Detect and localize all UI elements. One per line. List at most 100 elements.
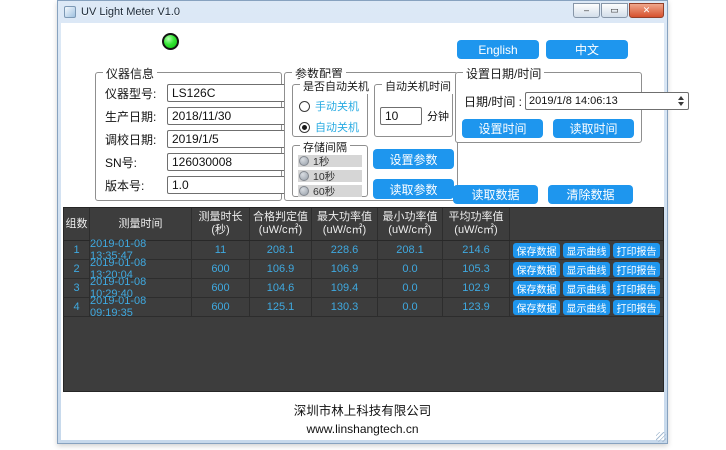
show-curve-button[interactable]: 显示曲线 [563, 281, 610, 296]
sn-label: SN号: [105, 154, 167, 171]
cell-actions: 保存数据 显示曲线 打印报告 [510, 260, 663, 278]
app-window: UV Light Meter V1.0 – ▭ ✕ English 中文 仪器信… [57, 0, 668, 444]
read-data-button[interactable]: 读取数据 [453, 185, 538, 204]
cell-max-power: 106.9 [312, 260, 378, 278]
cell-qualified-value: 208.1 [250, 241, 312, 259]
show-curve-button[interactable]: 显示曲线 [563, 262, 610, 277]
header-max-power: 最大功率值(uW/c㎡) [312, 208, 378, 240]
radio-unselected-icon[interactable] [299, 101, 310, 112]
header-min-power: 最小功率值(uW/c㎡) [378, 208, 443, 240]
header-measure-time: 测量时间 [90, 208, 192, 240]
save-data-button[interactable]: 保存数据 [513, 281, 560, 296]
save-data-button[interactable]: 保存数据 [513, 243, 560, 258]
maximize-button[interactable]: ▭ [601, 3, 628, 18]
chinese-button[interactable]: 中文 [546, 40, 628, 59]
spinner-down-icon[interactable] [678, 102, 684, 106]
cell-max-power: 109.4 [312, 279, 378, 297]
header-qualified-value: 合格判定值(uW/c㎡) [250, 208, 312, 240]
window-titlebar[interactable]: UV Light Meter V1.0 – ▭ ✕ [58, 1, 667, 22]
clear-data-button[interactable]: 清除数据 [548, 185, 633, 204]
app-icon [64, 6, 76, 18]
auto-off-time-input[interactable] [381, 109, 421, 123]
english-button[interactable]: English [457, 40, 539, 59]
datetime-input[interactable] [526, 95, 674, 107]
field-row: 调校日期: [105, 130, 272, 148]
cell-qualified-value: 104.6 [250, 279, 312, 297]
resize-grip[interactable] [656, 432, 666, 442]
cell-min-power: 208.1 [378, 241, 443, 259]
print-report-button[interactable]: 打印报告 [613, 262, 660, 277]
radio-interval-60s-label: 60秒 [313, 184, 335, 199]
window-title: UV Light Meter V1.0 [81, 6, 573, 18]
header-duration: 测量时长(秒) [192, 208, 250, 240]
client-area: English 中文 仪器信息 仪器型号: 生产日期: 调校日期: S [61, 23, 664, 440]
show-curve-button[interactable]: 显示曲线 [563, 300, 610, 315]
read-time-button[interactable]: 读取时间 [553, 119, 634, 138]
storage-interval-group: 存储间隔 1秒 10秒 60秒 [292, 145, 368, 197]
save-data-button[interactable]: 保存数据 [513, 262, 560, 277]
minutes-unit-label: 分钟 [427, 108, 449, 124]
set-params-button[interactable]: 设置参数 [373, 149, 454, 169]
field-row: 仪器型号: [105, 84, 272, 102]
cell-max-power: 228.6 [312, 241, 378, 259]
field-row: 版本号: [105, 176, 272, 194]
radio-selected-icon[interactable] [299, 122, 310, 133]
show-curve-button[interactable]: 显示曲线 [563, 243, 610, 258]
cell-measure-time: 2019-01-08 09:19:35 [90, 298, 192, 316]
cell-avg-power: 123.9 [443, 298, 510, 316]
instrument-info-legend: 仪器信息 [103, 65, 157, 82]
cell-duration: 600 [192, 260, 250, 278]
cell-qualified-value: 106.9 [250, 260, 312, 278]
radio-interval-10s: 10秒 [298, 170, 362, 182]
radio-auto-off-label: 自动关机 [315, 119, 359, 135]
radio-disabled-icon [299, 186, 309, 196]
datetime-label: 日期/时间 : [464, 93, 522, 110]
auto-off-time-legend: 自动关机时间 [382, 78, 454, 94]
instrument-info-group: 仪器信息 仪器型号: 生产日期: 调校日期: SN号: [95, 72, 282, 201]
save-data-button[interactable]: 保存数据 [513, 300, 560, 315]
minimize-icon: – [584, 5, 589, 15]
radio-interval-1s-label: 1秒 [313, 154, 329, 169]
cell-actions: 保存数据 显示曲线 打印报告 [510, 241, 663, 259]
cell-avg-power: 214.6 [443, 241, 510, 259]
minimize-button[interactable]: – [573, 3, 600, 18]
cell-group-number: 2 [64, 260, 90, 278]
radio-interval-10s-label: 10秒 [313, 169, 335, 184]
spinner-up-icon[interactable] [678, 96, 684, 100]
desktop: UV Light Meter V1.0 – ▭ ✕ English 中文 仪器信… [0, 0, 726, 450]
radio-interval-1s: 1秒 [298, 155, 362, 167]
close-button[interactable]: ✕ [629, 3, 664, 18]
radio-auto-off[interactable]: 自动关机 [299, 119, 361, 135]
header-actions [510, 208, 663, 240]
instrument-model-label: 仪器型号: [105, 85, 167, 102]
status-led-icon [162, 33, 179, 50]
param-config-group: 参数配置 是否自动关机 手动关机 自动关机 自动关机时间 [284, 72, 458, 201]
company-name: 深圳市林上科技有限公司 [61, 400, 664, 419]
cell-duration: 11 [192, 241, 250, 259]
storage-interval-legend: 存储间隔 [300, 139, 350, 155]
radio-interval-60s: 60秒 [298, 185, 362, 197]
close-icon: ✕ [643, 5, 651, 15]
auto-off-legend: 是否自动关机 [300, 78, 372, 94]
print-report-button[interactable]: 打印报告 [613, 300, 660, 315]
auto-off-time-group: 自动关机时间 分钟 [374, 84, 453, 137]
cell-duration: 600 [192, 279, 250, 297]
cell-group-number: 4 [64, 298, 90, 316]
cell-actions: 保存数据 显示曲线 打印报告 [510, 298, 663, 316]
table-row[interactable]: 4 2019-01-08 09:19:35 600 125.1 130.3 0.… [64, 298, 663, 317]
print-report-button[interactable]: 打印报告 [613, 281, 660, 296]
version-label: 版本号: [105, 177, 167, 194]
table-header: 组数 测量时间 测量时长(秒) 合格判定值(uW/c㎡) 最大功率值(uW/c㎡… [64, 208, 663, 241]
cell-avg-power: 102.9 [443, 279, 510, 297]
radio-disabled-icon [299, 171, 309, 181]
set-time-button[interactable]: 设置时间 [462, 119, 543, 138]
datetime-group: 设置日期/时间 日期/时间 : 设置时间 读取时间 [455, 72, 642, 143]
maximize-icon: ▭ [610, 5, 619, 15]
field-row: SN号: [105, 153, 272, 171]
radio-manual-off[interactable]: 手动关机 [299, 98, 361, 114]
cell-duration: 600 [192, 298, 250, 316]
read-params-button[interactable]: 读取参数 [373, 179, 454, 199]
header-group-number: 组数 [64, 208, 90, 240]
print-report-button[interactable]: 打印报告 [613, 243, 660, 258]
field-row: 生产日期: [105, 107, 272, 125]
